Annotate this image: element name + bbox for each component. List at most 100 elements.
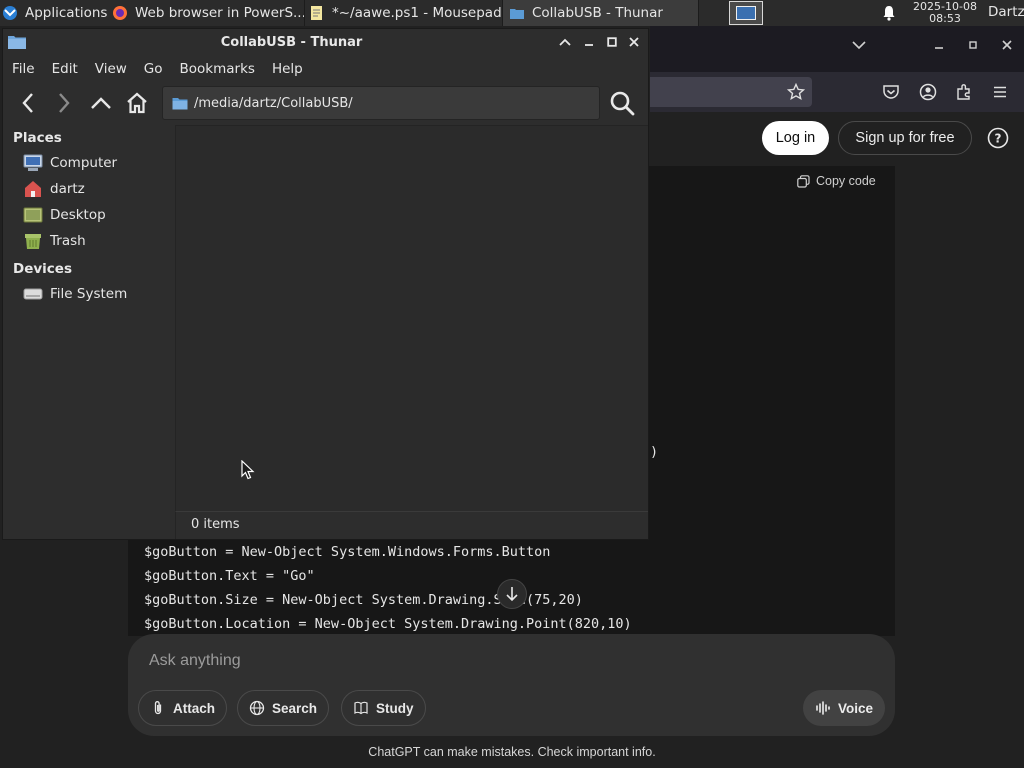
folder-icon [172, 97, 188, 109]
maximize-button[interactable] [603, 33, 621, 51]
arrow-right-icon [59, 93, 70, 113]
voice-label: Voice [837, 700, 873, 716]
location-bar[interactable]: /media/dartz/CollabUSB/ [162, 86, 600, 120]
applications-label: Applications [25, 5, 108, 21]
search-label: Search [272, 700, 318, 716]
menu-file[interactable]: File [12, 61, 35, 77]
taskbar-item-thunar[interactable]: CollabUSB - Thunar [503, 0, 699, 26]
study-label: Study [376, 700, 414, 716]
taskbar-item-label: Web browser in PowerS... [135, 5, 305, 21]
thunar-window: CollabUSB - Thunar File Edit View Go Boo… [2, 28, 649, 540]
tab-list-chevron-icon[interactable] [852, 38, 866, 54]
sidebar-item-label: Trash [50, 233, 86, 249]
maximize-icon [607, 37, 617, 47]
code-line: $goButton.Text = "Go" [144, 568, 315, 584]
menu-bookmarks[interactable]: Bookmarks [180, 61, 255, 77]
search-icon[interactable] [609, 90, 635, 116]
sidebar-item-trash[interactable]: Trash [23, 230, 86, 252]
code-content: $goButton = New-Object System.Windows.Fo… [144, 540, 632, 636]
shade-button[interactable] [556, 33, 574, 51]
close-icon[interactable] [1002, 38, 1012, 54]
sidebar-item-file-system[interactable]: File System [23, 283, 127, 305]
search-button[interactable]: Search [237, 690, 330, 726]
study-button[interactable]: Study [341, 690, 426, 726]
back-button[interactable] [15, 90, 41, 116]
taskbar-item-label: CollabUSB - Thunar [532, 5, 663, 21]
home-icon [127, 92, 147, 114]
user-menu[interactable]: Dartz [988, 4, 1024, 20]
trash-icon [25, 234, 41, 249]
menu-go[interactable]: Go [144, 61, 163, 77]
page-margin [0, 540, 128, 768]
window-titlebar[interactable]: CollabUSB - Thunar [3, 29, 648, 57]
login-button[interactable]: Log in [762, 121, 829, 155]
taskbar-item-browser[interactable]: Web browser in PowerS... [108, 0, 305, 26]
help-icon[interactable]: ? [987, 127, 1009, 149]
hamburger-menu-icon[interactable] [991, 83, 1009, 101]
location-path: /media/dartz/CollabUSB/ [194, 95, 353, 111]
scroll-to-bottom-button[interactable] [497, 579, 527, 609]
sidebar-item-desktop[interactable]: Desktop [23, 204, 106, 226]
arrow-left-icon [22, 93, 33, 113]
sidebar-item-label: dartz [50, 181, 85, 197]
copy-icon [797, 174, 810, 188]
clock-time: 08:53 [929, 12, 961, 25]
menu-edit[interactable]: Edit [52, 61, 78, 77]
code-line: $goButton.Size = New-Object System.Drawi… [144, 592, 583, 608]
svg-text:?: ? [995, 132, 1002, 146]
prompt-input[interactable]: Ask anything [149, 652, 241, 670]
bookmark-star-icon[interactable] [787, 83, 805, 101]
composer[interactable]: Ask anything Attach Search Study Voice [128, 634, 895, 736]
workspace-switcher[interactable] [729, 1, 763, 25]
browser-toolbar [650, 72, 1024, 112]
menu-bar: File Edit View Go Bookmarks Help [3, 57, 648, 81]
computer-icon [23, 154, 43, 171]
taskbar-item-mousepad[interactable]: *~/aawe.ps1 - Mousepad [305, 0, 503, 26]
places-header: Places [13, 130, 62, 146]
book-icon [354, 701, 368, 715]
voice-waveform-icon [816, 701, 830, 715]
browser-tab-strip [650, 26, 1024, 72]
sidebar-item-computer[interactable]: Computer [23, 152, 117, 174]
menu-help[interactable]: Help [272, 61, 303, 77]
pocket-icon[interactable] [882, 83, 900, 101]
side-pane: Places Computer dartz Desktop Trash Devi… [3, 125, 175, 539]
account-icon[interactable] [919, 83, 937, 101]
sidebar-item-home[interactable]: dartz [23, 178, 85, 200]
devices-header: Devices [13, 261, 72, 277]
close-button[interactable] [625, 33, 643, 51]
minimize-icon[interactable] [934, 38, 944, 54]
parent-folder-button[interactable] [88, 90, 114, 116]
forward-button[interactable] [51, 90, 77, 116]
copy-code-label: Copy code [816, 174, 876, 188]
minimize-button[interactable] [580, 33, 598, 51]
menu-view[interactable]: View [95, 61, 127, 77]
file-list-view[interactable] [175, 125, 648, 511]
copy-code-button[interactable]: Copy code [797, 174, 876, 188]
code-fragment: ) [650, 444, 659, 460]
notification-bell-icon[interactable] [881, 5, 897, 21]
firefox-icon [113, 6, 127, 20]
extensions-icon[interactable] [955, 83, 973, 101]
folder-icon [510, 9, 524, 19]
mouse-cursor-icon [241, 460, 255, 480]
sidebar-item-label: Computer [50, 155, 118, 171]
clock[interactable]: 2025-10-08 08:53 [906, 1, 984, 25]
signup-button[interactable]: Sign up for free [838, 121, 972, 155]
address-bar[interactable] [650, 77, 812, 107]
voice-button[interactable]: Voice [803, 690, 885, 726]
code-line: $goButton = New-Object System.Windows.Fo… [144, 544, 551, 560]
restore-icon[interactable] [968, 38, 978, 54]
sidebar-item-label: File System [50, 286, 128, 302]
arrow-up-icon [91, 97, 111, 109]
applications-menu[interactable]: Applications ☰ [0, 0, 108, 26]
status-bar: 0 items [175, 511, 648, 539]
home-button[interactable] [124, 90, 150, 116]
top-panel: Applications ☰ Web browser in PowerS... … [0, 0, 1024, 26]
home-folder-icon [25, 181, 41, 197]
attach-button[interactable]: Attach [138, 690, 228, 726]
status-text: 0 items [191, 517, 240, 532]
text-editor-icon [311, 6, 322, 20]
arrow-down-icon [506, 587, 518, 602]
globe-icon [249, 700, 265, 716]
